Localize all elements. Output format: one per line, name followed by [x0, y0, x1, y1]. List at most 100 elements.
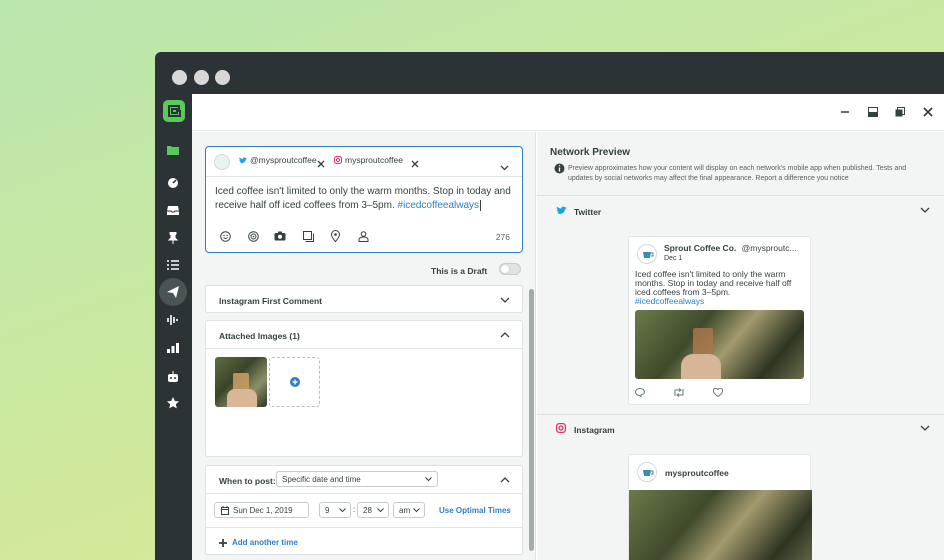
chevron-down-icon — [339, 508, 346, 513]
plus-circle-icon — [289, 377, 300, 387]
tweet-hashtag: #icedcoffeealways — [635, 296, 705, 306]
network-preview-panel: Network Preview Preview approximates how… — [537, 132, 944, 560]
preview-disclaimer: Preview approximates how your content wi… — [568, 165, 907, 182]
add-image-button[interactable] — [269, 357, 320, 407]
remove-twitter-profile-icon[interactable] — [317, 155, 325, 173]
chevron-down-icon[interactable] — [920, 425, 930, 432]
ampm-select[interactable]: am — [393, 502, 425, 518]
pin-icon[interactable] — [162, 227, 184, 249]
schedule-mode-value: Specific date and time — [282, 475, 361, 484]
draft-toggle[interactable] — [499, 263, 521, 275]
reviews-star-icon[interactable] — [162, 392, 184, 414]
chevron-up-icon[interactable] — [500, 330, 510, 340]
add-another-time-button[interactable]: Add another time — [219, 538, 298, 547]
character-count: 276 — [495, 232, 510, 242]
pop-out-icon[interactable] — [892, 104, 908, 120]
compose-topbar — [192, 94, 944, 131]
tweet-author: Sprout Coffee Co. @mysproutc... — [664, 243, 797, 253]
brand-avatar — [214, 154, 230, 170]
instagram-preview-header[interactable]: Instagram — [537, 415, 944, 441]
instagram-preview-card: mysproutcoffee — [628, 454, 812, 560]
close-icon[interactable] — [920, 104, 936, 120]
minimize-icon[interactable] — [837, 104, 853, 120]
compose-panel: @mysproutcoffee mysproutcoffee Iced coff… — [192, 132, 536, 560]
add-another-time-label: Add another time — [232, 538, 298, 547]
dock-icon[interactable] — [865, 104, 881, 120]
profile-chip-handle: @mysproutcoffee — [250, 155, 317, 165]
draft-label: This is a Draft — [431, 266, 488, 276]
twitter-preview-card: Sprout Coffee Co. @mysproutc... Dec 1 Ic… — [628, 236, 811, 405]
message-hashtag: #icedcoffeealways — [397, 200, 480, 211]
window-zoom-dot[interactable] — [215, 70, 230, 85]
profile-chip-handle: mysproutcoffee — [345, 155, 403, 165]
window-titlebar — [155, 52, 944, 94]
schedule-header: When to post: Specific date and time — [206, 466, 522, 494]
tweet-image — [635, 310, 804, 379]
panel-title: Attached Images (1) — [219, 331, 300, 341]
emoji-icon[interactable] — [218, 229, 232, 243]
message-text[interactable]: Iced coffee isn't limited to only the wa… — [215, 185, 515, 213]
use-optimal-times-link[interactable]: Use Optimal Times — [439, 506, 511, 515]
app-window: @mysproutcoffee mysproutcoffee Iced coff… — [155, 52, 944, 560]
chevron-down-icon[interactable] — [920, 207, 930, 214]
instagram-username: mysproutcoffee — [665, 468, 729, 478]
window-close-dot[interactable] — [172, 70, 187, 85]
brand-avatar — [637, 244, 657, 264]
schedule-panel: When to post: Specific date and time Sun… — [205, 465, 523, 555]
tweet-date: Dec 1 — [664, 255, 683, 262]
media-library-icon[interactable] — [301, 229, 315, 243]
like-heart-icon — [713, 388, 723, 397]
tag-user-icon[interactable] — [356, 229, 370, 243]
instagram-icon — [334, 156, 342, 164]
hour-select[interactable]: 9 — [319, 502, 351, 518]
instagram-first-comment-panel[interactable]: Instagram First Comment — [205, 285, 523, 313]
window-minimize-dot[interactable] — [194, 70, 209, 85]
brand-avatar — [637, 462, 657, 482]
ampm-value: am — [399, 506, 411, 515]
profile-dropdown-chevron-icon[interactable] — [500, 158, 509, 176]
camera-icon[interactable] — [273, 229, 287, 243]
network-preview-title: Network Preview — [550, 147, 631, 158]
profile-selector[interactable]: @mysproutcoffee mysproutcoffee — [206, 147, 522, 177]
sprout-logo[interactable] — [163, 100, 185, 122]
date-picker[interactable]: Sun Dec 1, 2019 — [214, 502, 309, 518]
twitter-icon — [556, 206, 567, 215]
plus-icon — [219, 538, 227, 547]
inbox-icon[interactable] — [162, 199, 184, 221]
folder-icon[interactable] — [162, 139, 184, 161]
remove-instagram-profile-icon[interactable] — [411, 155, 419, 173]
composer-toolbar — [218, 229, 508, 243]
bot-icon[interactable] — [162, 365, 184, 387]
twitter-preview-header[interactable]: Twitter — [537, 198, 944, 224]
twitter-icon — [239, 156, 247, 163]
compose-window: @mysproutcoffee mysproutcoffee Iced coff… — [192, 94, 944, 560]
attached-image-thumbnail[interactable] — [215, 357, 267, 407]
schedule-mode-select[interactable]: Specific date and time — [276, 471, 438, 487]
chevron-down-icon — [413, 508, 420, 513]
retweet-icon — [674, 388, 684, 397]
dashboard-gauge-icon[interactable] — [162, 172, 184, 194]
message-composer[interactable]: @mysproutcoffee mysproutcoffee Iced coff… — [205, 146, 523, 253]
calendar-icon — [221, 506, 229, 515]
chevron-up-icon[interactable] — [500, 475, 510, 485]
divider — [206, 527, 522, 528]
minute-value: 28 — [363, 506, 372, 515]
chevron-down-icon[interactable] — [500, 295, 510, 305]
listening-waveform-icon[interactable] — [162, 309, 184, 331]
tweet-handle: @mysproutc... — [741, 243, 797, 253]
target-icon[interactable] — [246, 229, 260, 243]
divider — [537, 195, 944, 196]
location-pin-icon[interactable] — [328, 229, 342, 243]
minute-select[interactable]: 28 — [357, 502, 389, 518]
attached-images-panel: Attached Images (1) — [205, 320, 523, 457]
chevron-down-icon — [377, 508, 384, 513]
compose-scrollbar[interactable] — [529, 289, 534, 551]
date-value: Sun Dec 1, 2019 — [233, 506, 293, 515]
tweet-body: Iced coffee isn't limited to only the wa… — [635, 269, 792, 297]
publishing-send-icon[interactable] — [159, 278, 187, 306]
attached-images-header[interactable]: Attached Images (1) — [206, 321, 522, 349]
when-to-post-label: When to post: — [219, 476, 276, 486]
list-icon[interactable] — [162, 254, 184, 276]
reports-bar-chart-icon[interactable] — [162, 337, 184, 359]
instagram-image — [629, 490, 812, 560]
